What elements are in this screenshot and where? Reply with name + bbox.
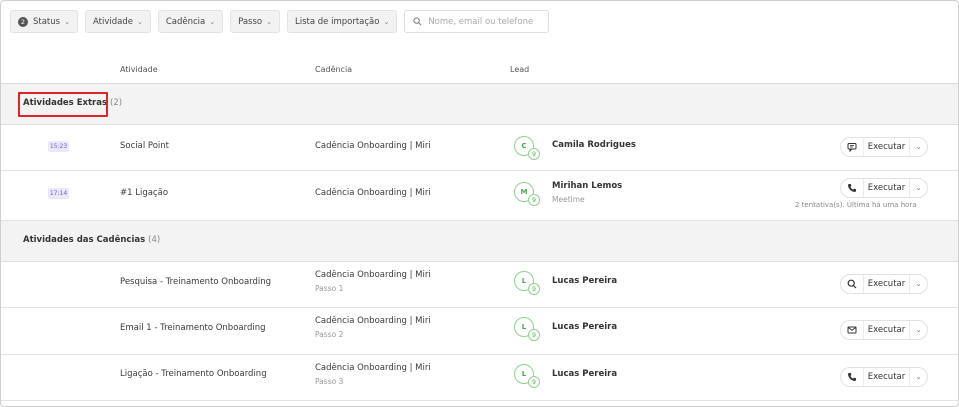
column-header-atividade: Atividade [120,65,158,74]
lista-filter-label: Lista de importação [295,16,380,27]
executar-button[interactable]: Executar ⌄ [840,320,928,340]
table-row[interactable]: 15:23 Social Point Cadência Onboarding |… [1,125,958,171]
chevron-down-icon[interactable]: ⌄ [909,179,927,197]
table-row[interactable]: 17:14 #1 Ligação Cadência Onboarding | M… [1,171,958,221]
avatar-badge: 9 [528,283,540,295]
avatar-initial: L [521,323,527,331]
column-header-lead: Lead [510,65,530,74]
status-filter[interactable]: 2 Status ⌄ [10,10,78,33]
chat-icon [841,138,863,156]
phone-icon [841,179,863,197]
cadence-name[interactable]: Cadência Onboarding | Miri [315,270,431,280]
passo-filter-label: Passo [238,16,263,27]
avatar: M 9 [514,182,540,206]
section-title-text: Atividades das Cadências [23,235,146,245]
table-row[interactable]: Ligação - Treinamento Onboarding Cadênci… [1,355,958,401]
chevron-down-icon: ⌄ [266,17,272,26]
step-label: Passo 1 [315,284,344,293]
activity-name[interactable]: Pesquisa - Treinamento Onboarding [120,277,271,287]
avatar: L 9 [514,271,540,295]
table-row[interactable]: Pesquisa - Treinamento Onboarding Cadênc… [1,262,958,308]
chevron-down-icon: ⌄ [209,17,216,26]
executar-button[interactable]: Executar ⌄ [840,274,928,294]
time-badge: 17:14 [48,188,69,199]
search-icon [413,17,422,26]
avatar-initial: L [521,370,527,378]
attempts-info: 2 tentativa(s). Última há uma hora [795,201,917,209]
chevron-down-icon[interactable]: ⌄ [909,275,927,293]
executar-label: Executar [863,368,909,386]
column-header-cadencia: Cadência [315,65,353,74]
lista-importacao-filter[interactable]: Lista de importação ⌄ [287,10,398,33]
filter-bar: 2 Status ⌄ Atividade ⌄ Cadência ⌄ Passo … [10,10,550,33]
executar-button[interactable]: Executar ⌄ [840,137,928,157]
executar-button[interactable]: Executar ⌄ [840,367,928,387]
executar-button[interactable]: Executar ⌄ [840,178,928,198]
time-badge: 15:23 [48,141,69,152]
avatar-badge: 9 [528,194,540,206]
table-header: Atividade Cadência Lead [1,53,958,84]
table-row[interactable]: Email 1 - Treinamento Onboarding Cadênci… [1,308,958,355]
activity-name[interactable]: #1 Ligação [120,188,168,198]
avatar: L 9 [514,317,540,341]
chevron-down-icon: ⌄ [136,17,143,26]
chevron-down-icon[interactable]: ⌄ [909,321,927,339]
cadence-name[interactable]: Cadência Onboarding | Miri [315,141,431,151]
email-icon [841,321,863,339]
lead-name[interactable]: Lucas Pereira [552,369,617,379]
executar-label: Executar [863,321,909,339]
cadencia-filter-label: Cadência [165,16,206,27]
activity-name[interactable]: Email 1 - Treinamento Onboarding [120,323,266,333]
executar-label: Executar [863,275,909,293]
status-filter-label: Status [33,16,61,27]
lead-name[interactable]: Mirihan Lemos [552,181,622,191]
lead-name[interactable]: Lucas Pereira [552,322,617,332]
chevron-down-icon: ⌄ [64,17,70,26]
highlight-box [18,92,108,117]
status-count-badge: 2 [18,16,28,27]
atividade-filter[interactable]: Atividade ⌄ [84,10,151,33]
lead-name[interactable]: Camila Rodrigues [552,140,636,150]
atividade-filter-label: Atividade [92,16,133,27]
section-count: (2) [110,98,123,108]
executar-label: Executar [863,138,909,156]
section-count: (4) [148,235,161,245]
step-label: Passo 3 [315,377,344,386]
activity-name[interactable]: Social Point [120,141,169,151]
avatar: C 9 [514,136,540,160]
avatar-initial: M [520,188,528,196]
step-label: Passo 2 [315,330,344,339]
search-icon [841,275,863,293]
executar-label: Executar [863,179,909,197]
cadence-name[interactable]: Cadência Onboarding | Miri [315,363,431,373]
activities-panel: 2 Status ⌄ Atividade ⌄ Cadência ⌄ Passo … [0,0,959,407]
section-atividades-extras[interactable]: Atividades Extras (2) [1,84,958,125]
cadencia-filter[interactable]: Cadência ⌄ [157,10,224,33]
cadence-name[interactable]: Cadência Onboarding | Miri [315,188,431,198]
search-input[interactable] [428,16,539,27]
activity-name[interactable]: Ligação - Treinamento Onboarding [120,369,267,379]
lead-company: Meetime [552,195,585,204]
phone-icon [841,368,863,386]
passo-filter[interactable]: Passo ⌄ [230,10,280,33]
chevron-down-icon[interactable]: ⌄ [909,138,927,156]
section-title: Atividades das Cadências (4) [23,235,160,245]
lead-name[interactable]: Lucas Pereira [552,276,617,286]
avatar: L 9 [514,364,540,388]
avatar-badge: 9 [528,376,540,388]
avatar-initial: L [521,277,527,285]
section-atividades-cadencias[interactable]: Atividades das Cadências (4) [1,221,958,262]
chevron-down-icon: ⌄ [383,17,390,26]
avatar-badge: 9 [528,148,540,160]
cadence-name[interactable]: Cadência Onboarding | Miri [315,316,431,326]
avatar-initial: C [521,142,527,150]
avatar-badge: 9 [528,329,540,341]
search-box[interactable] [404,10,550,33]
chevron-down-icon[interactable]: ⌄ [909,368,927,386]
